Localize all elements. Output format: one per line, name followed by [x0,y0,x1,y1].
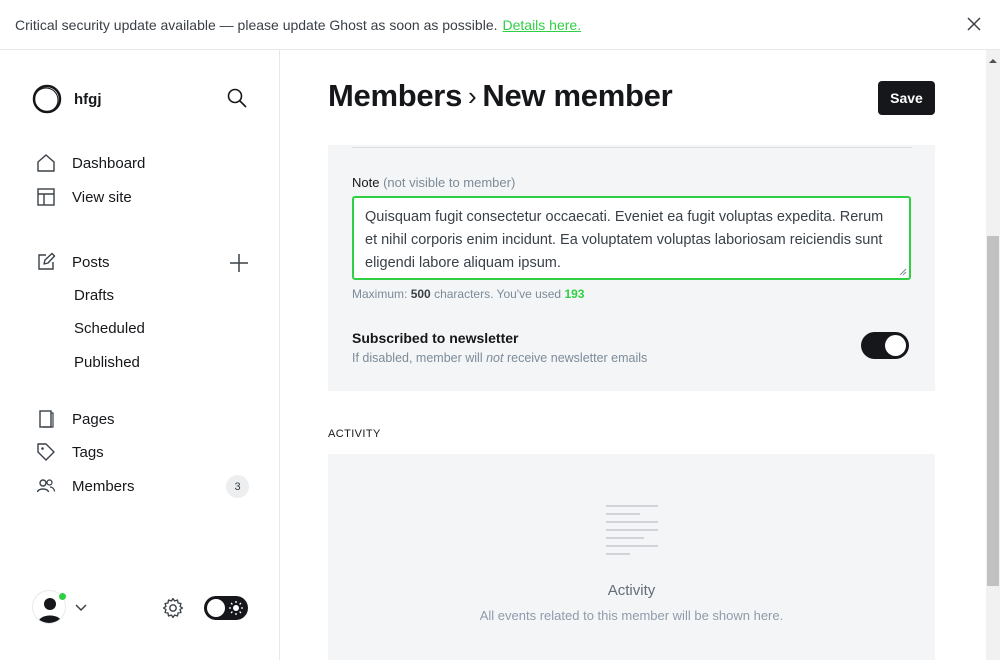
online-status-dot [58,592,67,601]
page-title: Members › New member [328,78,673,114]
sidebar-footer [32,590,252,626]
newsletter-desc-after: receive newsletter emails [506,351,648,365]
banner-message: Critical security update available — ple… [15,16,498,33]
scrollbar[interactable] [986,50,1000,660]
activity-list-icon [606,505,658,555]
activity-heading: ACTIVITY [328,428,381,440]
activity-card: Activity All events related to this memb… [328,454,935,660]
nav-label: Members [72,477,135,495]
breadcrumb-members[interactable]: Members [328,78,462,114]
toggle-knob [207,599,225,617]
note-label: Note (not visible to member) [352,175,515,190]
nav-label: Posts [72,253,110,271]
nav-item-dashboard[interactable]: Dashboard [36,151,145,175]
page-title-text: New member [482,78,673,113]
close-icon[interactable] [964,14,984,34]
nav-item-view-site[interactable]: View site [36,185,132,209]
breadcrumb-separator: › [468,80,477,111]
counter-used: 193 [564,287,585,301]
page-icon [39,410,54,428]
update-banner: Critical security update available — ple… [0,0,1000,50]
character-counter: Maximum: 500 characters. You've used 193 [352,287,584,301]
sidebar: hfgj Dashboard View site Posts Drafts Sc… [0,50,280,660]
members-count-badge: 3 [226,475,249,498]
layout-icon [37,188,55,206]
nav-label: Dashboard [72,154,146,172]
tag-icon [37,443,55,461]
note-textarea[interactable]: Quisquam fugit consectetur occaecati. Ev… [352,196,911,280]
nav-item-members[interactable]: Members [36,474,135,498]
site-name: hfgj [74,90,102,108]
newsletter-title: Subscribed to newsletter [352,330,519,346]
nav-item-published[interactable]: Published [74,354,140,371]
resize-handle-icon[interactable] [899,268,907,276]
nav-item-pages[interactable]: Pages [36,407,115,431]
note-text: Quisquam fugit consectetur occaecati. Ev… [365,209,884,271]
newsletter-desc-before: If disabled, member will [352,351,483,365]
scrollbar-thumb[interactable] [987,236,999,586]
site-switcher[interactable]: hfgj [32,84,102,114]
newsletter-toggle[interactable] [861,332,909,359]
scroll-up-arrow-icon[interactable] [986,56,1000,66]
toggle-knob [885,335,906,356]
note-label-hint: (not visible to member) [383,175,516,190]
member-details-card: Note (not visible to member) Quisquam fu… [328,145,935,391]
newsletter-desc-em: not [486,351,504,365]
add-post-icon[interactable] [228,252,250,274]
main-content: Members › New member Save Note (not visi… [281,50,986,660]
nav-item-drafts[interactable]: Drafts [74,287,114,304]
banner-details-link[interactable]: Details here. [503,17,582,33]
activity-description: All events related to this member will b… [479,608,784,623]
nav-item-tags[interactable]: Tags [36,440,104,464]
activity-title: Activity [607,582,656,599]
field-divider [352,147,912,148]
note-label-text: Note [352,175,380,190]
nav-label: Pages [72,410,115,428]
search-icon[interactable] [226,87,248,109]
counter-max: 500 [410,287,431,301]
members-icon [36,479,56,493]
sun-icon [229,601,243,615]
nav-item-posts[interactable]: Posts [36,250,110,274]
dark-mode-toggle[interactable] [204,596,248,620]
counter-prefix: Maximum: [352,287,408,301]
home-icon [37,154,55,172]
nav-item-scheduled[interactable]: Scheduled [74,320,145,337]
edit-icon [38,252,56,270]
nav-label: View site [72,188,132,206]
newsletter-description: If disabled, member will not receive new… [352,351,647,365]
nav-label: Tags [72,443,104,461]
counter-mid: characters. You've used [434,287,562,301]
site-logo-icon [32,84,62,114]
gear-icon[interactable] [162,597,184,619]
save-button[interactable]: Save [878,81,935,115]
chevron-down-icon[interactable] [74,601,88,615]
